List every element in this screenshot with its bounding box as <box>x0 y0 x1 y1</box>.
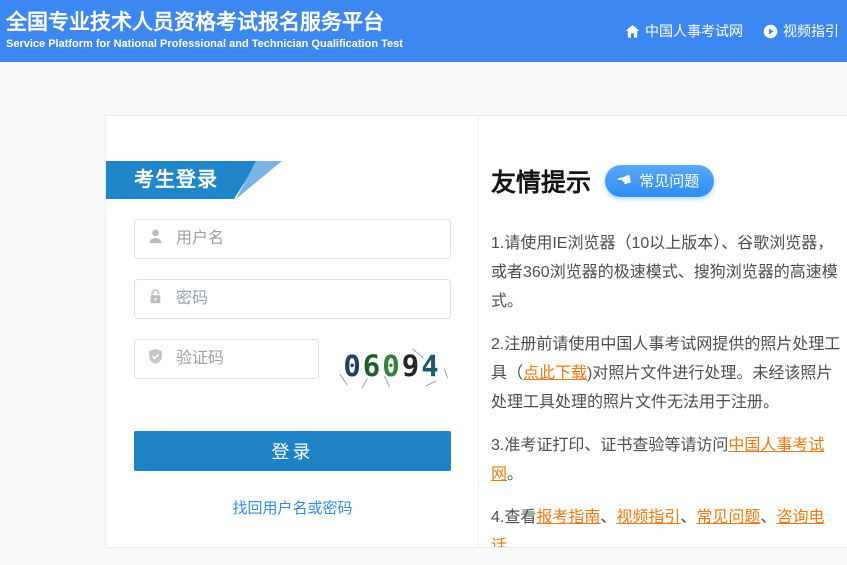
tip-text: 、 <box>760 509 776 526</box>
tip-inline-link[interactable]: 视频指引 <box>616 509 680 526</box>
nav-video-guide-label: 视频指引 <box>783 21 839 41</box>
shield-icon <box>147 348 174 370</box>
login-button[interactable]: 登录 <box>134 431 451 471</box>
captcha-row: 06094 <box>134 339 451 389</box>
tip-text: 1.请使用IE浏览器（10以上版本）、谷歌浏览器，或者360浏览器的极速模式、搜… <box>491 235 838 310</box>
login-panel: 考生登录 <box>106 116 479 547</box>
tip-inline-link[interactable]: 点此下载 <box>523 365 587 382</box>
site-title: 全国专业技术人员资格考试报名服务平台 <box>6 11 403 35</box>
header: 全国专业技术人员资格考试报名服务平台 Service Platform for … <box>0 0 847 62</box>
password-input[interactable] <box>174 289 440 309</box>
site-titles: 全国专业技术人员资格考试报名服务平台 Service Platform for … <box>6 11 403 51</box>
tip-text: 、 <box>600 509 616 526</box>
hand-pointer-icon: ☚ <box>615 170 634 190</box>
tip-item-4: 4.查看报考指南、视频指引、常见问题、咨询电话。 <box>491 503 843 547</box>
tips-list: 1.请使用IE浏览器（10以上版本）、谷歌浏览器，或者360浏览器的极速模式、搜… <box>491 229 843 547</box>
nav-video-guide-link[interactable]: 视频指引 <box>763 21 839 41</box>
tips-header: 友情提示 ☚ 常见问题 <box>491 163 847 199</box>
user-icon <box>147 228 174 250</box>
captcha-digit: 0 <box>343 349 362 383</box>
login-banner: 考生登录 <box>106 161 316 199</box>
captcha-field <box>134 339 319 379</box>
tip-text: 。 <box>507 466 523 483</box>
tip-item-3: 3.准考证打印、证书查验等请访问中国人事考试网。 <box>491 431 843 489</box>
header-nav: 中国人事考试网 视频指引 <box>605 21 839 41</box>
username-input[interactable] <box>174 229 440 249</box>
faq-button[interactable]: ☚ 常见问题 <box>605 165 714 197</box>
tips-panel: 友情提示 ☚ 常见问题 1.请使用IE浏览器（10以上版本）、谷歌浏览器，或者3… <box>479 116 847 547</box>
main-card: 考生登录 <box>105 115 847 548</box>
nav-cpta-site-label: 中国人事考试网 <box>645 21 743 41</box>
faq-button-label: 常见问题 <box>639 170 699 191</box>
captcha-input[interactable] <box>174 349 308 369</box>
nav-cpta-site-link[interactable]: 中国人事考试网 <box>625 21 743 41</box>
tip-text: 。 <box>507 538 523 547</box>
site-subtitle: Service Platform for National Profession… <box>6 38 403 51</box>
captcha-noise <box>444 369 448 379</box>
tip-inline-link[interactable]: 常见问题 <box>696 509 760 526</box>
tip-text: 3.准考证打印、证书查验等请访问 <box>491 437 728 454</box>
tip-text: 、 <box>680 509 696 526</box>
tip-text: 4.查看 <box>491 509 536 526</box>
forgot-credentials-link[interactable]: 找回用户名或密码 <box>134 497 451 518</box>
captcha-digit: 4 <box>421 349 440 383</box>
tips-title: 友情提示 <box>491 163 591 199</box>
password-field <box>134 279 451 319</box>
tip-item-2: 2.注册前请使用中国人事考试网提供的照片处理工具（点此下载)对照片文件进行处理。… <box>491 330 843 417</box>
tip-inline-link[interactable]: 报考指南 <box>536 509 600 526</box>
play-icon <box>763 24 778 39</box>
lock-icon <box>147 288 174 310</box>
captcha-image[interactable]: 06094 <box>333 343 451 389</box>
login-banner-title: 考生登录 <box>134 161 218 199</box>
username-field <box>134 219 451 259</box>
tip-item-1: 1.请使用IE浏览器（10以上版本）、谷歌浏览器，或者360浏览器的极速模式、搜… <box>491 229 843 316</box>
home-icon <box>625 24 640 39</box>
